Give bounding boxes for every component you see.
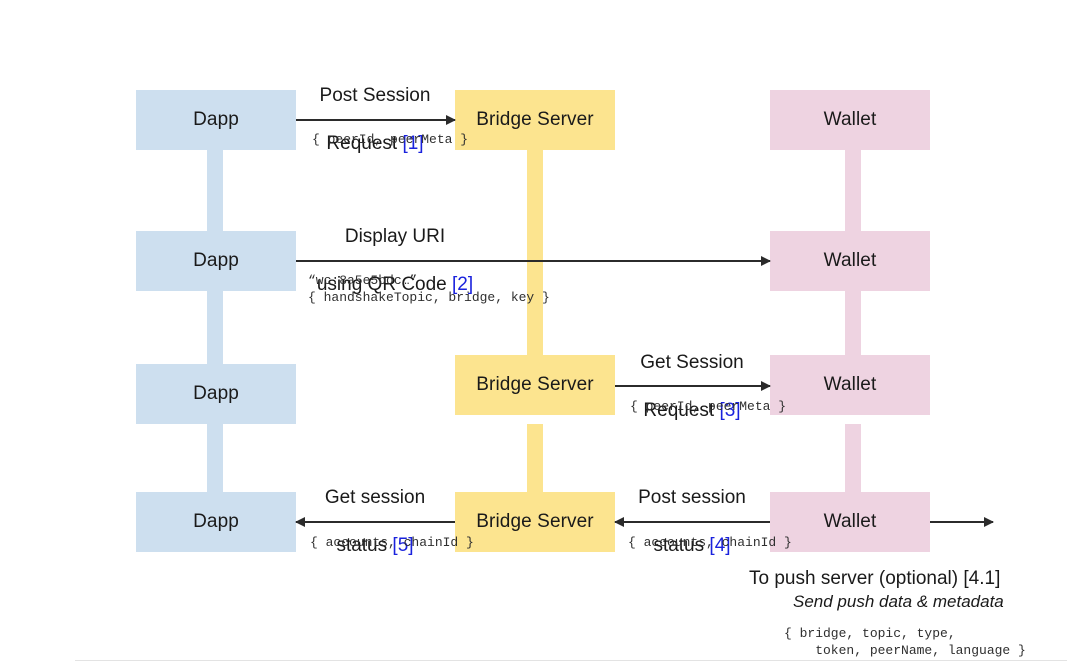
push-note-subtitle: Send push data & metadata xyxy=(793,592,1004,611)
label-line1: Get Session xyxy=(640,352,744,373)
lifeline-dapp-1 xyxy=(207,150,223,231)
lifeline-bridge-2 xyxy=(527,424,543,492)
node-bridge-row1[interactable]: Bridge Server xyxy=(455,90,615,150)
node-dapp-row2[interactable]: Dapp xyxy=(136,231,296,291)
push-note-title: To push server (optional) [4.1] xyxy=(749,566,1000,591)
node-label: Dapp xyxy=(193,511,239,532)
diagram-canvas: Dapp Bridge Server Wallet Post Session R… xyxy=(0,0,1067,667)
node-label: Dapp xyxy=(193,383,239,404)
lifeline-dapp-3 xyxy=(207,424,223,492)
push-note-payload: { bridge, topic, type, token, peerName, … xyxy=(784,626,1026,658)
lifeline-dapp-2 xyxy=(207,291,223,364)
node-wallet-row4[interactable]: Wallet xyxy=(770,492,930,552)
arrowhead-right-icon xyxy=(984,517,994,527)
node-label: Dapp xyxy=(193,250,239,271)
node-wallet-row1[interactable]: Wallet xyxy=(770,90,930,150)
lifeline-bridge-1 xyxy=(527,150,543,364)
label-line1: Post session xyxy=(638,487,746,508)
node-bridge-row3[interactable]: Bridge Server xyxy=(455,355,615,415)
label-line1: Get session xyxy=(324,487,426,508)
lifeline-wallet-1 xyxy=(845,150,861,231)
push-note-title-text: To push server (optional) xyxy=(749,568,964,589)
node-label: Wallet xyxy=(823,374,877,395)
node-bridge-row4[interactable]: Bridge Server xyxy=(455,492,615,552)
node-wallet-row2[interactable]: Wallet xyxy=(770,231,930,291)
lifeline-wallet-2 xyxy=(845,291,861,364)
node-label: Wallet xyxy=(823,250,877,271)
node-wallet-row3[interactable]: Wallet xyxy=(770,355,930,415)
node-label: Wallet xyxy=(823,511,877,532)
step-number: [4.1] xyxy=(963,568,1001,589)
arrow-push-server xyxy=(930,517,994,527)
lifeline-wallet-3 xyxy=(845,424,861,492)
bottom-divider xyxy=(75,660,1067,661)
label-line1: Post Session xyxy=(319,85,431,106)
payload-msg-3: { peerId, peerMeta } xyxy=(630,399,787,414)
label-line1: Display URI xyxy=(344,226,446,247)
node-dapp-row3[interactable]: Dapp xyxy=(136,364,296,424)
payload-msg-1: { peerId, peerMeta } xyxy=(312,132,469,147)
node-label: Dapp xyxy=(193,109,239,130)
payload-msg-2: “wc:8a5e5bdc…” { handshakeTopic, bridge,… xyxy=(308,273,550,305)
arrowhead-right-icon xyxy=(761,256,771,266)
node-dapp-row4[interactable]: Dapp xyxy=(136,492,296,552)
payload-msg-4: { accounts, chainId } xyxy=(628,535,792,550)
node-dapp-row1[interactable]: Dapp xyxy=(136,90,296,150)
node-label: Bridge Server xyxy=(476,511,594,532)
payload-msg-5: { accounts, chainId } xyxy=(310,535,474,550)
node-label: Bridge Server xyxy=(476,109,594,130)
node-label: Wallet xyxy=(823,109,877,130)
node-label: Bridge Server xyxy=(476,374,594,395)
